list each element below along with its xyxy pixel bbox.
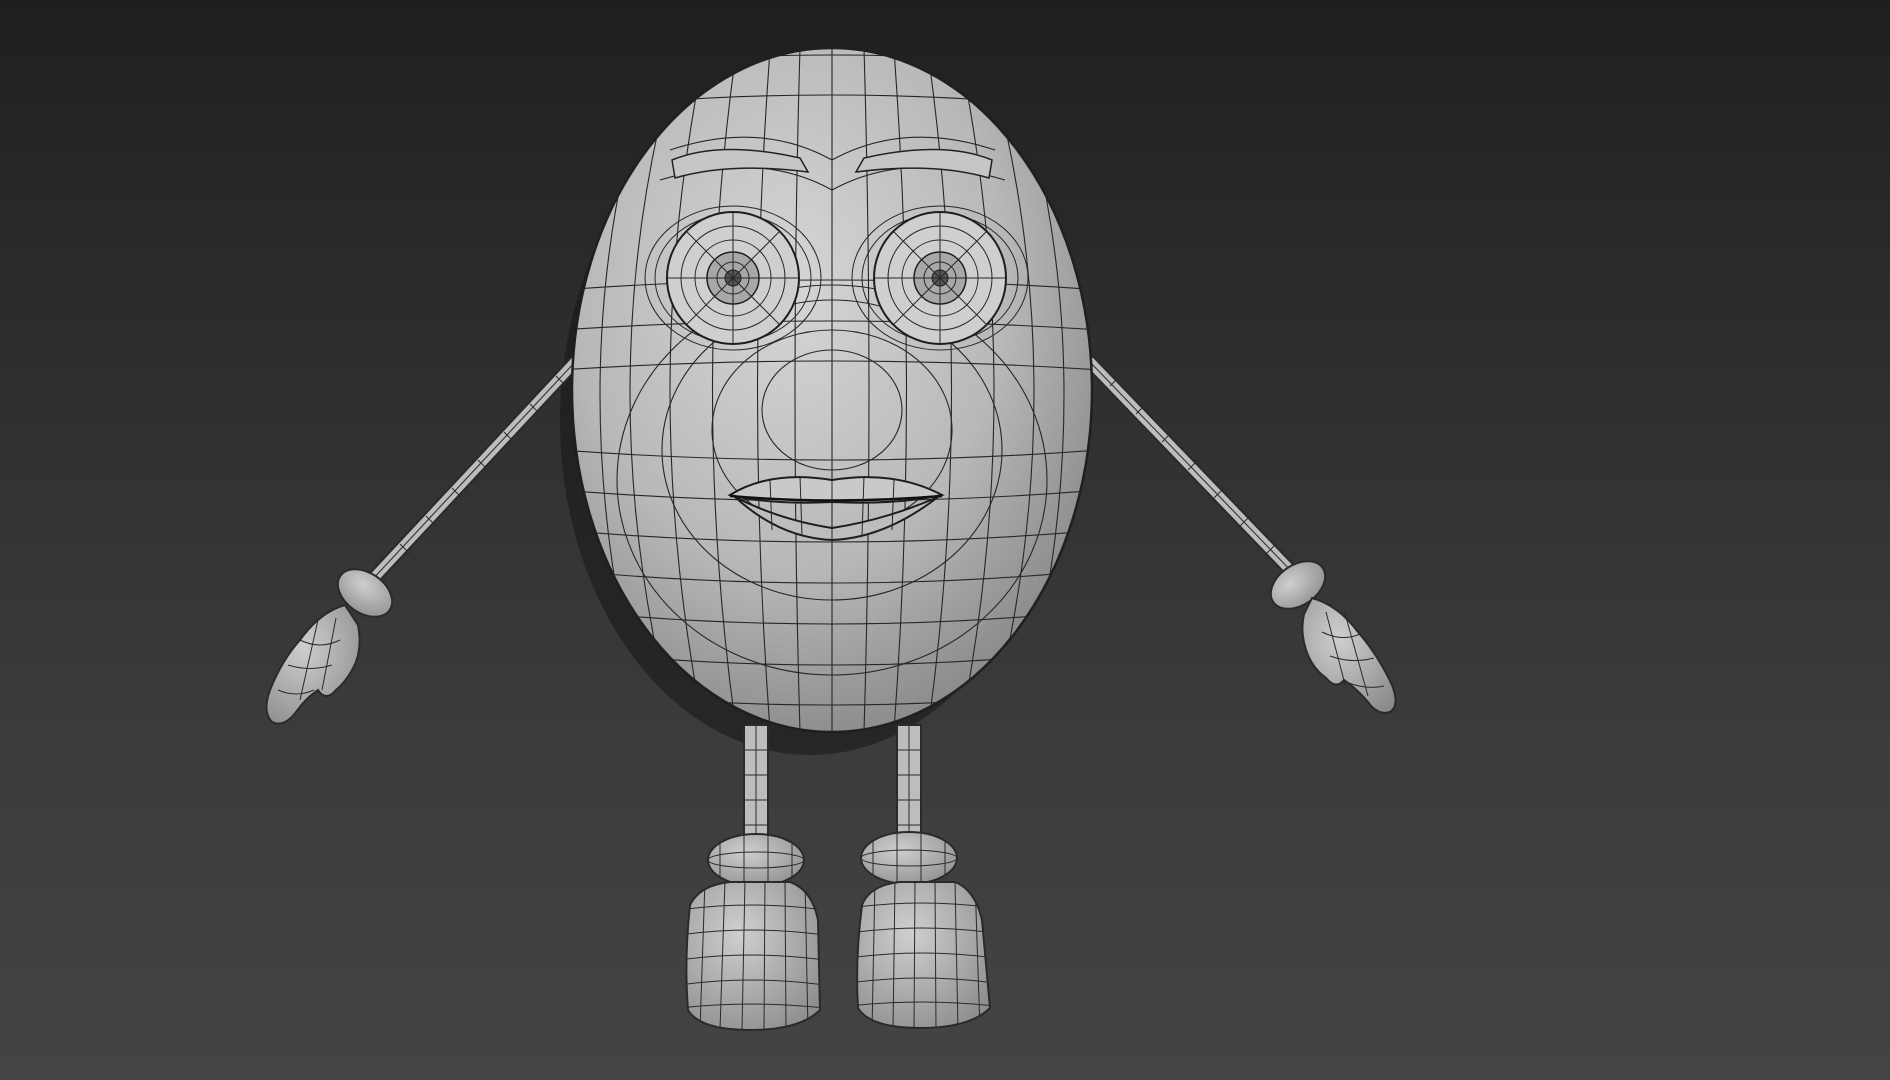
3d-viewport[interactable] <box>0 0 1890 1080</box>
left-hand <box>265 568 394 725</box>
left-leg <box>743 724 769 851</box>
left-foot <box>685 881 822 1032</box>
right-foot <box>856 881 992 1030</box>
left-ankle-ring <box>707 833 805 887</box>
wireframe-egg-character-render <box>265 46 1397 1032</box>
right-hand <box>1269 560 1397 714</box>
right-ankle-ring <box>860 831 958 885</box>
right-arm <box>1083 355 1302 582</box>
left-arm <box>363 355 582 589</box>
